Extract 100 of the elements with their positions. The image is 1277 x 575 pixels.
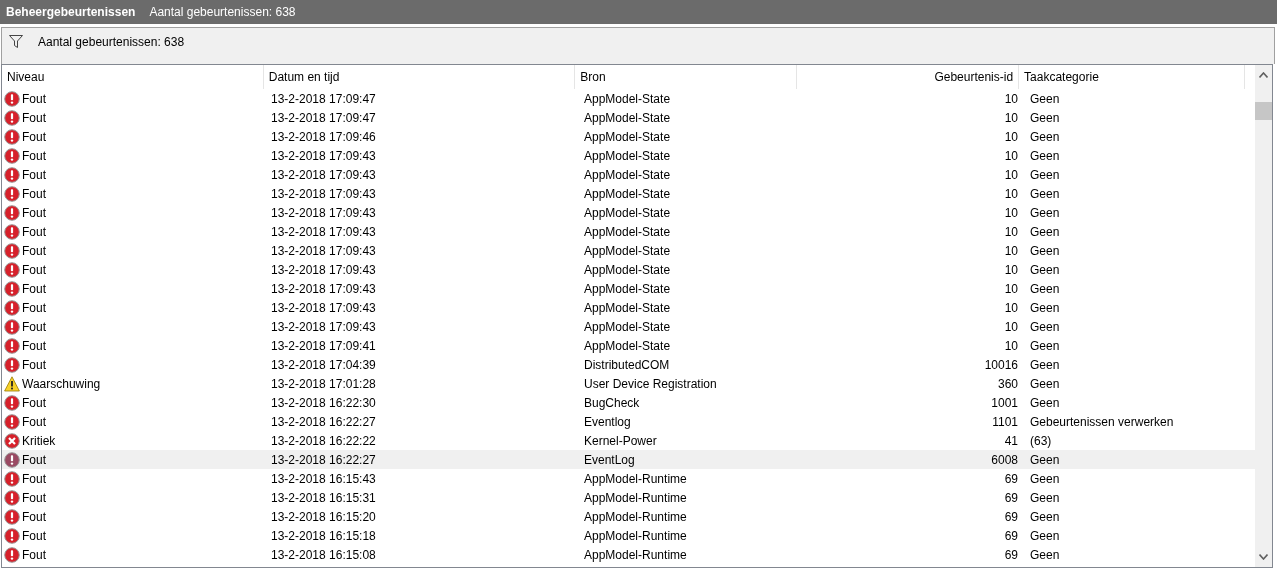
table-cell-text: Geen: [1029, 319, 1061, 334]
table-cell-text: AppModel-State: [583, 319, 672, 334]
event-row[interactable]: Fout 13-2-2018 16:15:20 AppModel-Runtime 69 Geen: [2, 507, 1255, 526]
level-text: Fout: [22, 452, 46, 467]
table-cell-text: 69: [1003, 490, 1019, 505]
scroll-thumb[interactable]: [1255, 102, 1272, 120]
event-row[interactable]: Fout 13-2-2018 17:09:43 AppModel-State 10 Geen: [2, 317, 1255, 336]
table-cell-text: AppModel-State: [583, 91, 672, 106]
table-cell-text: 13-2-2018 16:22:27: [270, 452, 377, 467]
column-header[interactable]: Gebeurtenis-id: [797, 65, 1020, 89]
table-cell-text: AppModel-Runtime: [583, 509, 688, 524]
table-cell-text: DistributedCOM: [583, 357, 671, 372]
event-row[interactable]: Fout 13-2-2018 16:15:18 AppModel-Runtime 69 Geen: [2, 526, 1255, 545]
table-cell-text: 69: [1003, 471, 1019, 486]
table-cell-text: Geen: [1029, 452, 1061, 467]
event-row[interactable]: Fout 13-2-2018 17:09:43 AppModel-State 10 Geen: [2, 222, 1255, 241]
event-row[interactable]: Fout 13-2-2018 17:09:41 AppModel-State 10 Geen: [2, 336, 1255, 355]
table-cell-text: Eventlog: [583, 414, 632, 429]
table-cell-text: 13-2-2018 16:15:43: [270, 471, 377, 486]
level-text: Fout: [22, 300, 46, 315]
event-row[interactable]: Fout 13-2-2018 17:09:43 AppModel-State 10 Geen: [2, 241, 1255, 260]
table-cell-text: 13-2-2018 17:09:47: [270, 110, 377, 125]
event-row[interactable]: Fout 13-2-2018 17:09:47 AppModel-State 10 Geen: [2, 108, 1255, 127]
event-row[interactable]: Fout 13-2-2018 17:09:43 AppModel-State 10 Geen: [2, 146, 1255, 165]
table-cell-text: Geen: [1029, 528, 1061, 543]
table-cell-text: 13-2-2018 17:09:43: [270, 243, 377, 258]
table-cell-text: Gebeurtenissen verwerken: [1029, 414, 1175, 429]
table-cell-text: 10: [1003, 129, 1019, 144]
event-row[interactable]: Fout 13-2-2018 17:09:43 AppModel-State 10 Geen: [2, 165, 1255, 184]
event-row[interactable]: Waarschuwing 13-2-2018 17:01:28 User Device Registration 360 Geen: [2, 374, 1255, 393]
level-text: Fout: [22, 547, 46, 562]
table-cell-text: AppModel-State: [583, 110, 672, 125]
level-text: Fout: [22, 110, 46, 125]
table-cell-text: Geen: [1029, 205, 1061, 220]
table-cell-text: 1001: [990, 395, 1019, 410]
level-text: Fout: [22, 243, 46, 258]
level-text: Fout: [22, 319, 46, 334]
level-text: Fout: [22, 509, 46, 524]
table-cell-text: Geen: [1029, 509, 1061, 524]
table-cell-text: 10: [1003, 205, 1019, 220]
event-row[interactable]: Fout 13-2-2018 17:09:47 AppModel-State 10 Geen: [2, 89, 1255, 108]
table-cell-text: 13-2-2018 16:22:27: [270, 414, 377, 429]
filter-count: Aantal gebeurtenissen: 638: [38, 35, 185, 49]
event-row[interactable]: Fout 13-2-2018 17:09:43 AppModel-State 10 Geen: [2, 279, 1255, 298]
table-cell-text: User Device Registration: [583, 376, 718, 391]
window-title: Beheergebeurtenissen: [6, 5, 136, 19]
table-cell-text: Geen: [1029, 224, 1061, 239]
table-cell-text: 13-2-2018 17:09:43: [270, 167, 377, 182]
table-cell-text: 1101: [991, 414, 1019, 429]
table-cell-text: AppModel-State: [583, 338, 672, 353]
table-cell-text: Geen: [1029, 262, 1061, 277]
level-text: Fout: [22, 471, 46, 486]
table-cell-text: 13-2-2018 17:09:43: [270, 148, 377, 163]
table-cell-text: Geen: [1029, 300, 1061, 315]
event-row[interactable]: Fout 13-2-2018 16:22:27 Eventlog 1101 Gebeurtenissen verwerken: [2, 412, 1255, 431]
level-text: Fout: [22, 148, 46, 163]
table-cell-text: 69: [1003, 547, 1019, 562]
table-cell-text: 10: [1003, 186, 1019, 201]
column-header[interactable]: Bron: [575, 65, 798, 89]
table-cell-text: 13-2-2018 16:22:22: [270, 433, 377, 448]
table-cell-text: 13-2-2018 16:15:18: [270, 528, 377, 543]
scroll-up-icon[interactable]: [1259, 72, 1268, 78]
event-row[interactable]: Fout 13-2-2018 17:09:43 AppModel-State 10 Geen: [2, 184, 1255, 203]
event-row[interactable]: Fout 13-2-2018 17:09:43 AppModel-State 10 Geen: [2, 260, 1255, 279]
level-text: Fout: [22, 167, 46, 182]
event-row[interactable]: Fout 13-2-2018 16:22:30 BugCheck 1001 Geen: [2, 393, 1255, 412]
scrollbar[interactable]: [1255, 65, 1272, 567]
table-cell-text: AppModel-State: [583, 167, 672, 182]
table-cell-text: 13-2-2018 17:09:43: [270, 205, 377, 220]
column-header[interactable]: Datum en tijd: [263, 65, 576, 89]
filter-icon[interactable]: [9, 35, 23, 48]
column-header[interactable]: Niveau: [2, 65, 264, 89]
table-cell-text: (63): [1029, 433, 1053, 448]
event-row[interactable]: Fout 13-2-2018 17:09:43 AppModel-State 10 Geen: [2, 203, 1255, 222]
event-row[interactable]: Fout 13-2-2018 17:09:46 AppModel-State 10 Geen: [2, 127, 1255, 146]
table-cell-text: Geen: [1029, 167, 1061, 182]
table-cell-text: AppModel-State: [583, 224, 672, 239]
table-cell-text: 13-2-2018 17:09:43: [270, 319, 377, 334]
table-cell-text: 10: [1003, 91, 1019, 106]
table-cell-text: Geen: [1029, 148, 1061, 163]
column-header[interactable]: Taakcategorie: [1019, 65, 1245, 89]
scroll-down-icon[interactable]: [1259, 554, 1268, 560]
event-row[interactable]: Fout 13-2-2018 16:15:08 AppModel-Runtime 69 Geen: [2, 545, 1255, 564]
level-text: Fout: [22, 395, 46, 410]
table-cell-text: EventLog: [583, 452, 636, 467]
event-row[interactable]: Fout 13-2-2018 17:04:39 DistributedCOM 10016 Geen: [2, 355, 1255, 374]
event-row[interactable]: Fout 13-2-2018 17:09:43 AppModel-State 10 Geen: [2, 298, 1255, 317]
event-row[interactable]: Fout 13-2-2018 16:22:27 EventLog 6008 Geen: [2, 450, 1255, 469]
event-row[interactable]: Fout 13-2-2018 16:15:43 AppModel-Runtime 69 Geen: [2, 469, 1255, 488]
table-cell-text: 13-2-2018 17:09:43: [270, 281, 377, 296]
table-cell-text: 10: [1003, 243, 1019, 258]
table-cell-text: 13-2-2018 17:09:43: [270, 186, 377, 201]
event-row[interactable]: Fout 13-2-2018 16:15:31 AppModel-Runtime 69 Geen: [2, 488, 1255, 507]
event-row[interactable]: Kritiek 13-2-2018 16:22:22 Kernel-Power 41 (63): [2, 431, 1255, 450]
table-cell-text: AppModel-State: [583, 300, 672, 315]
table-cell-text: 10: [1003, 281, 1019, 296]
table-cell-text: AppModel-State: [583, 281, 672, 296]
level-text: Fout: [22, 528, 46, 543]
table-cell-text: 13-2-2018 16:15:20: [270, 509, 377, 524]
table-cell-text: AppModel-State: [583, 262, 672, 277]
